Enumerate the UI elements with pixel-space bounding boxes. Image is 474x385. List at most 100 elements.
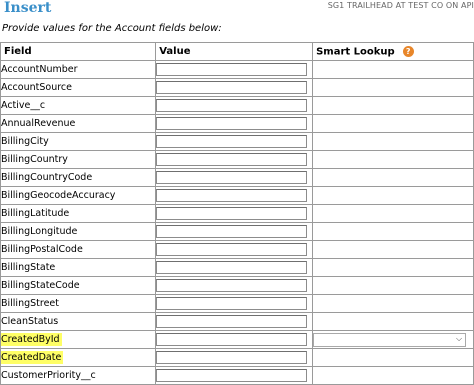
table-row: CleanStatus (0, 312, 474, 331)
value-cell (155, 258, 314, 277)
org-name: SG1 TRAILHEAD AT TEST CO ON API (327, 1, 474, 10)
field-name: CustomerPriority__c (1, 370, 96, 381)
field-name-cell: CustomerPriority__c (0, 366, 157, 385)
field-name-cell: CreatedDate (0, 348, 157, 367)
table-row: CustomerPriority__c (0, 366, 474, 385)
field-name: BillingGeocodeAccuracy (1, 190, 116, 201)
field-name-cell: BillingLatitude (0, 204, 157, 223)
value-cell (155, 366, 314, 385)
smart-lookup-cell (312, 366, 474, 385)
value-input[interactable] (156, 189, 308, 202)
smart-lookup-cell (312, 78, 474, 97)
table-row: BillingStateCode (0, 276, 474, 295)
value-input[interactable] (156, 81, 308, 94)
field-name-cell: BillingState (0, 258, 157, 277)
field-name: BillingLongitude (1, 226, 78, 237)
value-input[interactable] (156, 279, 308, 292)
value-cell (155, 114, 314, 133)
value-cell (155, 240, 314, 259)
smart-lookup-cell (312, 114, 474, 133)
smart-lookup-cell (312, 348, 474, 367)
value-input[interactable] (156, 261, 308, 274)
field-name: Active__c (1, 100, 46, 111)
value-input[interactable] (156, 315, 308, 328)
field-name: BillingState (1, 262, 56, 273)
smart-lookup-cell (312, 222, 474, 241)
field-name-cell: BillingCountryCode (0, 168, 157, 187)
field-name: BillingStateCode (1, 280, 80, 291)
field-name: BillingCity (1, 136, 49, 147)
value-column-header: Value (155, 42, 314, 61)
field-name: BillingLatitude (1, 208, 70, 219)
table-row: Active__c (0, 96, 474, 115)
smart-lookup-label: Smart Lookup (316, 46, 395, 58)
field-name-cell: BillingPostalCode (0, 240, 157, 259)
field-name: CleanStatus (1, 316, 59, 327)
field-name: AnnualRevenue (1, 118, 76, 129)
smart-lookup-cell (312, 186, 474, 205)
field-name: CreatedDate (1, 351, 64, 364)
value-cell (155, 312, 314, 331)
table-row: AnnualRevenue (0, 114, 474, 133)
field-name-cell: BillingStreet (0, 294, 157, 313)
value-input[interactable] (156, 207, 308, 220)
value-input[interactable] (156, 153, 308, 166)
value-input[interactable] (156, 243, 308, 256)
value-cell (155, 168, 314, 187)
smart-lookup-cell (312, 60, 474, 79)
page-title: Insert (4, 0, 52, 16)
table-row: AccountNumber (0, 60, 474, 79)
field-name-cell: AnnualRevenue (0, 114, 157, 133)
value-cell (155, 132, 314, 151)
value-input[interactable] (156, 63, 308, 76)
smart-lookup-cell (312, 258, 474, 277)
value-cell (155, 150, 314, 169)
table-row: CreatedDate (0, 348, 474, 367)
smart-lookup-cell (312, 276, 474, 295)
field-name-cell: CleanStatus (0, 312, 157, 331)
field-name-cell: BillingCity (0, 132, 157, 151)
value-cell (155, 186, 314, 205)
value-input[interactable] (156, 333, 308, 346)
smart-lookup-cell: ⌵ (312, 330, 474, 349)
value-input[interactable] (156, 99, 308, 112)
table-row: AccountSource (0, 78, 474, 97)
value-cell (155, 78, 314, 97)
value-cell (155, 276, 314, 295)
value-input[interactable] (156, 369, 308, 382)
smart-lookup-cell (312, 150, 474, 169)
field-name: AccountNumber (1, 64, 78, 75)
value-input[interactable] (156, 117, 308, 130)
table-row: CreatedById ⌵ (0, 330, 474, 349)
chevron-down-icon: ⌵ (456, 333, 463, 343)
value-input[interactable] (156, 351, 308, 364)
header-bar: Insert SG1 TRAILHEAD AT TEST CO ON API (0, 0, 474, 20)
field-name: CreatedById (1, 333, 62, 346)
header-row: Field Value Smart Lookup? (0, 42, 474, 61)
smart-lookup-select[interactable]: ⌵ (313, 332, 467, 347)
field-name: BillingPostalCode (1, 244, 83, 255)
field-name-cell: BillingCountry (0, 150, 157, 169)
help-icon[interactable]: ? (402, 45, 414, 57)
smart-lookup-column-header: Smart Lookup? (312, 42, 474, 61)
value-cell (155, 330, 314, 349)
smart-lookup-cell (312, 312, 474, 331)
table-row: BillingPostalCode (0, 240, 474, 259)
account-fields-table: Field Value Smart Lookup? AccountNumber A… (0, 42, 474, 385)
field-name-cell: CreatedById (0, 330, 157, 349)
value-cell (155, 222, 314, 241)
table-row: BillingStreet (0, 294, 474, 313)
value-input[interactable] (156, 297, 308, 310)
smart-lookup-cell (312, 240, 474, 259)
value-cell (155, 294, 314, 313)
field-name-cell: BillingLongitude (0, 222, 157, 241)
table-row: BillingCountry (0, 150, 474, 169)
table-row: BillingLatitude (0, 204, 474, 223)
field-name: AccountSource (1, 82, 72, 93)
value-input[interactable] (156, 171, 308, 184)
smart-lookup-cell (312, 168, 474, 187)
field-name-cell: AccountSource (0, 78, 157, 97)
value-input[interactable] (156, 135, 308, 148)
value-cell (155, 204, 314, 223)
value-input[interactable] (156, 225, 308, 238)
